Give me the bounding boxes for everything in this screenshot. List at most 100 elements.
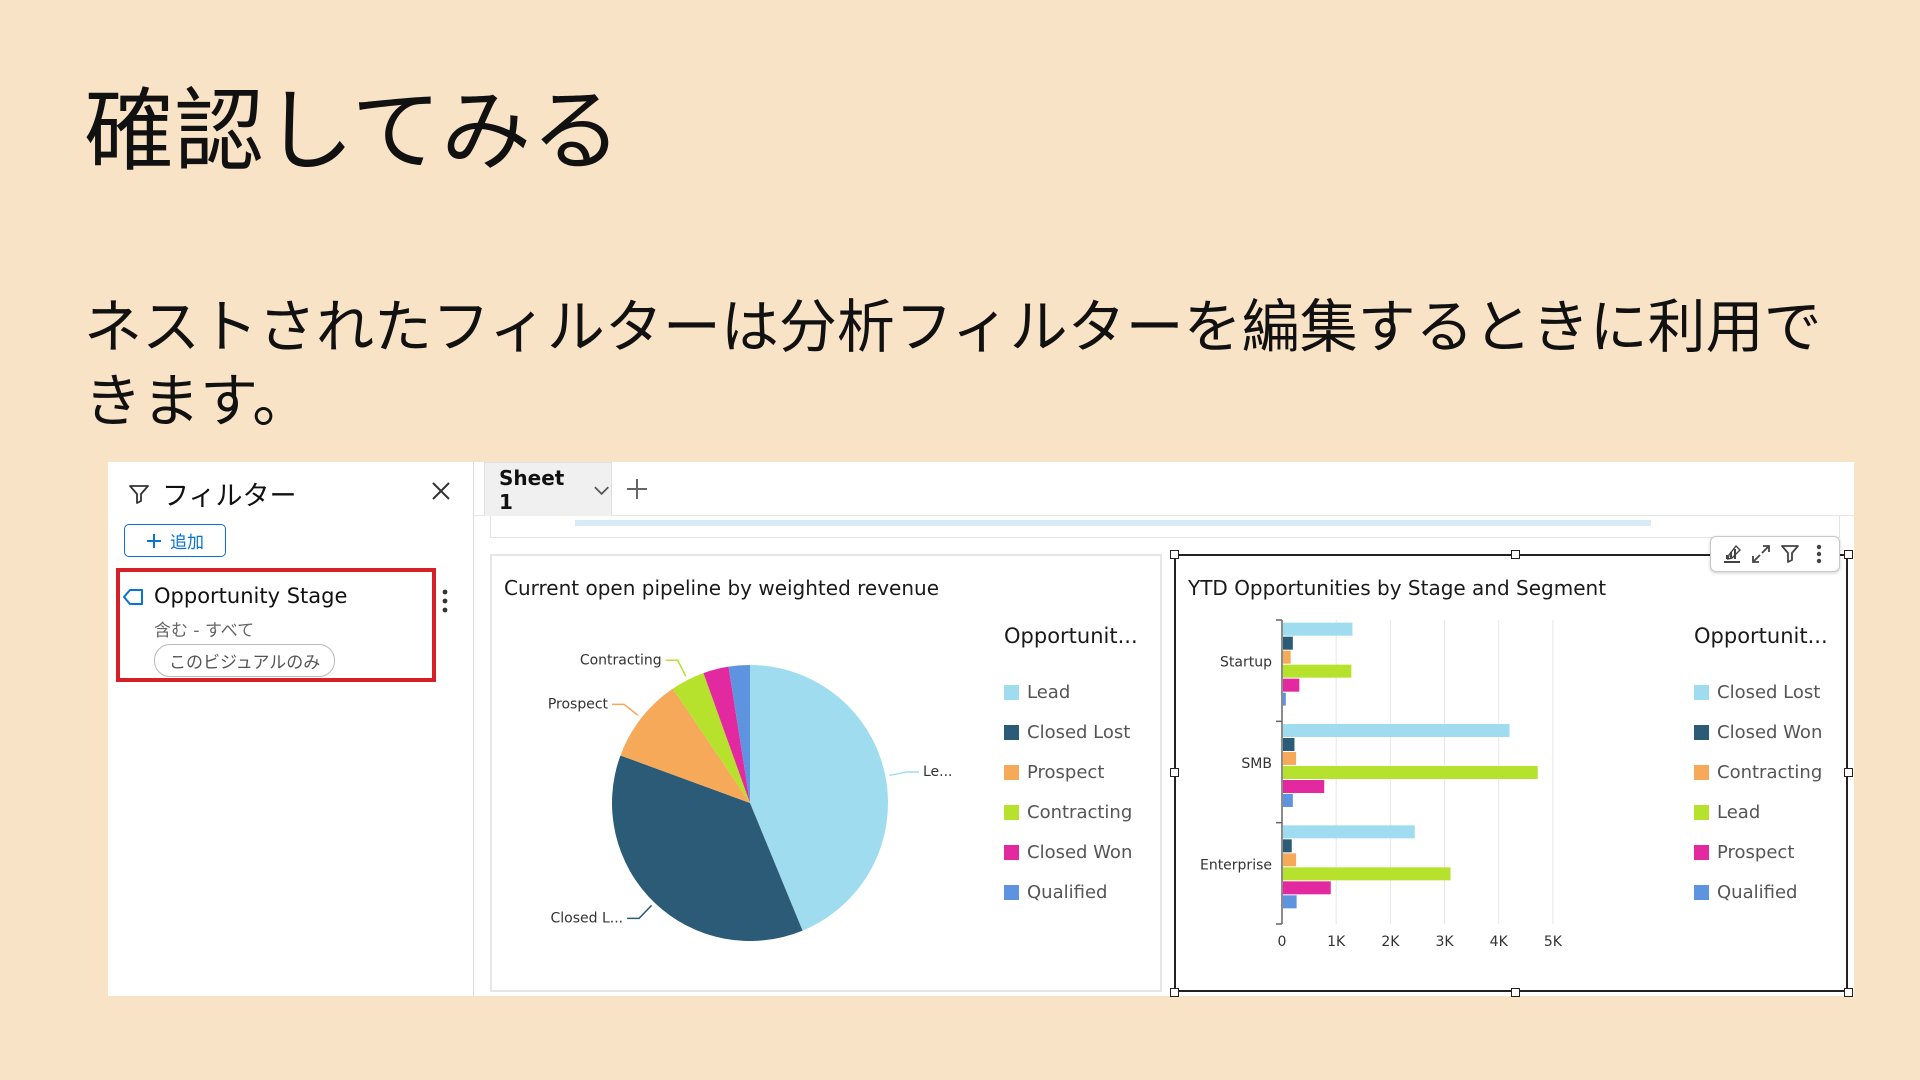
legend-item-qualified[interactable]: Qualified [1694, 872, 1822, 912]
legend-label: Closed Lost [1027, 721, 1131, 743]
filter-control-strip [490, 516, 1840, 538]
legend-swatch [1004, 804, 1019, 820]
expand-icon[interactable] [1749, 542, 1773, 566]
legend-swatch [1004, 764, 1019, 780]
plus-icon [147, 533, 161, 548]
x-tick-label: 2K [1381, 934, 1400, 950]
bar-closed-won-smb [1283, 738, 1295, 751]
resize-handle[interactable] [1844, 988, 1853, 997]
visual-toolbar [1710, 536, 1840, 572]
pie-leader-line [889, 771, 919, 777]
bar-chart-plot: 0 1K 2K 3K 4K 5K Startup SMB Enterprise [1200, 619, 1563, 950]
legend-label: Lead [1717, 801, 1761, 823]
pie-chart-visual[interactable]: Current open pipeline by weighted revenu… [490, 554, 1162, 992]
resize-handle[interactable] [1844, 550, 1853, 559]
pie-slice-label: Closed L... [550, 910, 623, 926]
x-tick-label: 5K [1544, 934, 1563, 950]
close-icon[interactable] [426, 476, 456, 506]
legend-item-closed-lost[interactable]: Closed Lost [1004, 712, 1132, 752]
pie-chart-title: Current open pipeline by weighted revenu… [504, 576, 940, 600]
sheet-tab-label: Sheet 1 [499, 465, 565, 514]
legend-item-lead[interactable]: Lead [1694, 792, 1822, 832]
legend-item-closed-won[interactable]: Closed Won [1694, 712, 1822, 752]
legend-swatch [1004, 724, 1019, 740]
legend-label: Closed Won [1027, 841, 1133, 863]
filter-field-name: Opportunity Stage [154, 584, 348, 608]
more-options-icon[interactable] [439, 586, 451, 616]
legend-item-qualified[interactable]: Qualified [1004, 872, 1132, 912]
slide-title: 確認してみる [84, 79, 622, 184]
legend-item-lead[interactable]: Lead [1004, 672, 1132, 712]
bar-prospect-enterprise [1283, 881, 1331, 895]
pie-legend-title: Opportunit... [1004, 624, 1138, 648]
legend-swatch [1694, 764, 1709, 780]
filter-panel-header: フィルター [128, 474, 296, 513]
legend-swatch [1004, 684, 1019, 700]
filter-scope-chip[interactable]: このビジュアルのみ [154, 644, 336, 677]
legend-swatch [1694, 804, 1709, 820]
legend-label: Closed Won [1717, 721, 1823, 743]
legend-label: Contracting [1027, 801, 1133, 823]
bar-closed-won-enterprise [1283, 839, 1292, 853]
slide-body-text: ネストされたフィルターは分析フィルターを編集するときに利用できます。 [84, 293, 1822, 435]
edit-chart-icon[interactable] [1720, 542, 1744, 566]
legend-item-prospect[interactable]: Prospect [1004, 752, 1132, 792]
bar-contracting-startup [1283, 650, 1291, 664]
bar-lead-smb [1283, 766, 1538, 779]
pie-slice-label: Le... [923, 764, 953, 780]
legend-label: Qualified [1717, 881, 1798, 903]
quicksight-screenshot: フィルター 追加 Opportunity Stage 含む - すべて このビジ… [108, 462, 1854, 997]
bar-closed-won-startup [1283, 636, 1293, 650]
x-tick-label: 4K [1490, 934, 1509, 950]
category-label-smb: SMB [1241, 756, 1272, 772]
filter-panel-title: フィルター [162, 481, 297, 512]
legend-item-prospect[interactable]: Prospect [1694, 832, 1822, 872]
bar-lead-enterprise [1283, 867, 1451, 881]
x-tick-label: 1K [1327, 934, 1346, 950]
resize-handle[interactable] [1511, 550, 1520, 559]
resize-handle[interactable] [1170, 768, 1179, 777]
legend-label: Closed Lost [1717, 681, 1821, 703]
legend-label: Prospect [1027, 761, 1105, 783]
x-tick-label: 3K [1435, 934, 1454, 950]
bar-qualified-smb [1283, 794, 1293, 807]
category-label-startup: Startup [1220, 655, 1272, 671]
legend-swatch [1694, 844, 1709, 860]
resize-handle[interactable] [1511, 988, 1520, 997]
bar-qualified-enterprise [1283, 895, 1297, 909]
pie-leader-line [612, 703, 639, 717]
pie-legend: Lead Closed Lost Prospect Contracting Closed… [1004, 672, 1132, 912]
pie-chart-plot: Le... Closed L... Prospect Contracting [548, 652, 953, 941]
legend-item-closed-lost[interactable]: Closed Lost [1694, 672, 1822, 712]
legend-swatch [1694, 884, 1709, 900]
bar-closed-lost-enterprise [1283, 825, 1415, 839]
filter-condition: 含む - すべて [154, 621, 255, 641]
category-label-enterprise: Enterprise [1200, 857, 1272, 873]
bar-chart-visual[interactable]: YTD Opportunities by Stage and Segment 0… [1174, 554, 1848, 992]
bar-closed-lost-startup [1283, 622, 1353, 636]
tab-sheet-1[interactable]: Sheet 1 [484, 462, 612, 516]
sheet-tab-bar: Sheet 1 [474, 462, 1854, 516]
chevron-down-icon[interactable] [592, 480, 611, 500]
pie-slice-label: Contracting [580, 652, 662, 668]
add-sheet-icon[interactable] [622, 474, 652, 504]
legend-label: Qualified [1027, 881, 1108, 903]
funnel-icon [129, 484, 149, 504]
add-filter-button[interactable]: 追加 [124, 524, 226, 557]
filter-panel: フィルター 追加 Opportunity Stage 含む - すべて このビジ… [108, 462, 474, 996]
legend-label: Contracting [1717, 761, 1823, 783]
bar-legend: Closed Lost Closed Won Contracting Lead Pros… [1694, 672, 1822, 912]
legend-item-contracting[interactable]: Contracting [1694, 752, 1822, 792]
filter-item-opportunity-stage[interactable]: Opportunity Stage 含む - すべて このビジュアルのみ [116, 568, 436, 682]
resize-handle[interactable] [1844, 768, 1853, 777]
more-options-icon[interactable] [1807, 542, 1831, 566]
resize-handle[interactable] [1170, 988, 1179, 997]
filter-control-slider[interactable] [575, 520, 1651, 526]
filter-icon[interactable] [1778, 542, 1802, 566]
legend-item-closed-won[interactable]: Closed Won [1004, 832, 1132, 872]
resize-handle[interactable] [1170, 550, 1179, 559]
pie-slice-label: Prospect [548, 696, 609, 712]
pie-leader-line [665, 659, 687, 677]
legend-item-contracting[interactable]: Contracting [1004, 792, 1132, 832]
bar-contracting-enterprise [1283, 853, 1297, 867]
